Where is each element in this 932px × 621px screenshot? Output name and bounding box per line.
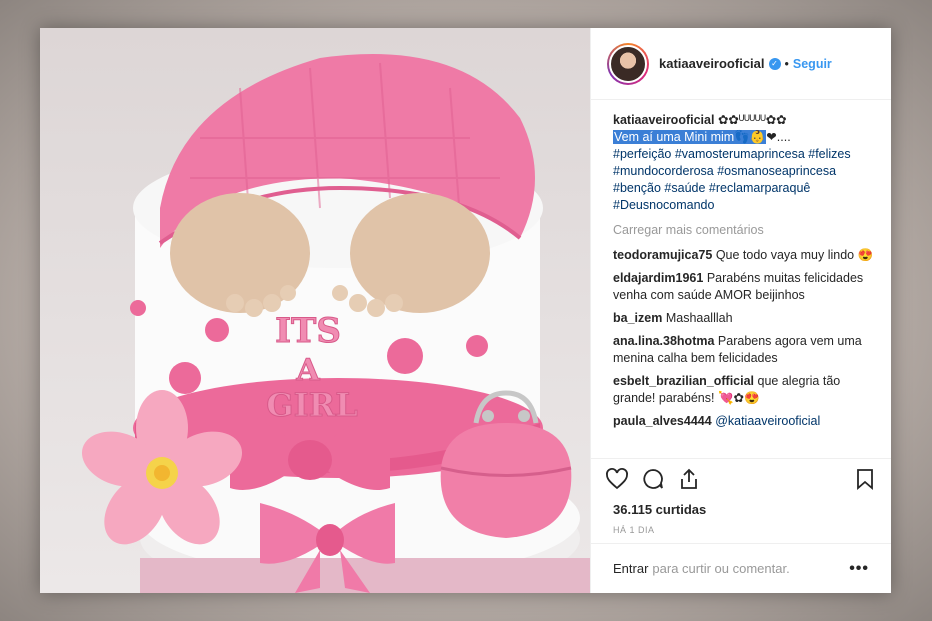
comment-item: paula_alves4444 @katiaaveirooficial [613, 413, 875, 430]
post-time: HÁ 1 DIA [613, 525, 655, 535]
comment-text[interactable]: @katiaaveirooficial [715, 414, 820, 428]
comment-item: esbelt_brazilian_official que alegria tã… [613, 373, 875, 407]
comment-item: eldajardim1961 Parabéns muitas felicidad… [613, 270, 875, 304]
cake-illustration: ITS A GIRL [81, 54, 590, 593]
post-header: katiaaveirooficial ✓ • Seguir [591, 28, 891, 100]
caption-username[interactable]: katiaaveirooficial [613, 113, 714, 127]
caption-emoji-line: ✿✿ᵁᵁᵁᵁᵁ✿✿ [717, 113, 787, 127]
more-options-icon[interactable]: ••• [849, 560, 869, 578]
post-sidebar: katiaaveirooficial ✓ • Seguir katiaaveir… [590, 28, 891, 593]
caption-highlight: Vem aí uma Mini mim👣👶 [613, 130, 767, 144]
comment-item: teodoramujica75 Que todo vaya muy lindo … [613, 247, 875, 264]
comment-username[interactable]: paula_alves4444 [613, 414, 712, 428]
instagram-post: ITS A GIRL katiaaveirooficial ✓ • Seguir… [40, 28, 891, 593]
add-comment-bar: Entrar para curtir ou comentar. ••• [591, 543, 891, 593]
comments-section: katiaaveirooficial ✿✿ᵁᵁᵁᵁᵁ✿✿ Vem aí uma … [613, 112, 875, 458]
comment-username[interactable]: ana.lina.38hotma [613, 334, 714, 348]
header-dot: • [784, 56, 789, 71]
cake-text-girl: GIRL [266, 386, 357, 424]
comment-text: Que todo vaya muy lindo 😍 [715, 248, 874, 262]
heart-icon[interactable] [605, 467, 629, 491]
cake-text-its: ITS [275, 311, 341, 351]
caption: katiaaveirooficial ✿✿ᵁᵁᵁᵁᵁ✿✿ Vem aí uma … [613, 112, 875, 214]
header-username[interactable]: katiaaveirooficial [659, 56, 765, 71]
follow-button[interactable]: Seguir [793, 57, 832, 71]
post-image[interactable]: ITS A GIRL [40, 28, 590, 593]
load-more-comments[interactable]: Carregar mais comentários [613, 222, 875, 239]
caption-hashtags[interactable]: #perfeição #vamosterumaprincesa #felizes… [613, 147, 851, 212]
comment-item: ana.lina.38hotma Parabens agora vem uma … [613, 333, 875, 367]
comment-text: Mashaalllah [665, 311, 733, 325]
comment-username[interactable]: esbelt_brazilian_official [613, 374, 754, 388]
comment-item: ba_izem Mashaalllah [613, 310, 875, 327]
add-comment-text: para curtir ou comentar. [652, 561, 790, 576]
comment-icon[interactable] [641, 467, 665, 491]
likes-count[interactable]: 36.115 curtidas [613, 502, 706, 517]
comment-username[interactable]: ba_izem [613, 311, 662, 325]
avatar[interactable] [607, 42, 649, 85]
comment-username[interactable]: eldajardim1961 [613, 271, 703, 285]
share-icon[interactable] [677, 467, 701, 491]
comment-username[interactable]: teodoramujica75 [613, 248, 712, 262]
bookmark-icon[interactable] [853, 467, 877, 491]
action-bar [591, 458, 891, 498]
login-link[interactable]: Entrar [613, 561, 648, 576]
caption-after: ❤.... [766, 130, 791, 144]
cake-text-a: A [295, 353, 320, 388]
verified-badge-icon: ✓ [768, 57, 781, 70]
